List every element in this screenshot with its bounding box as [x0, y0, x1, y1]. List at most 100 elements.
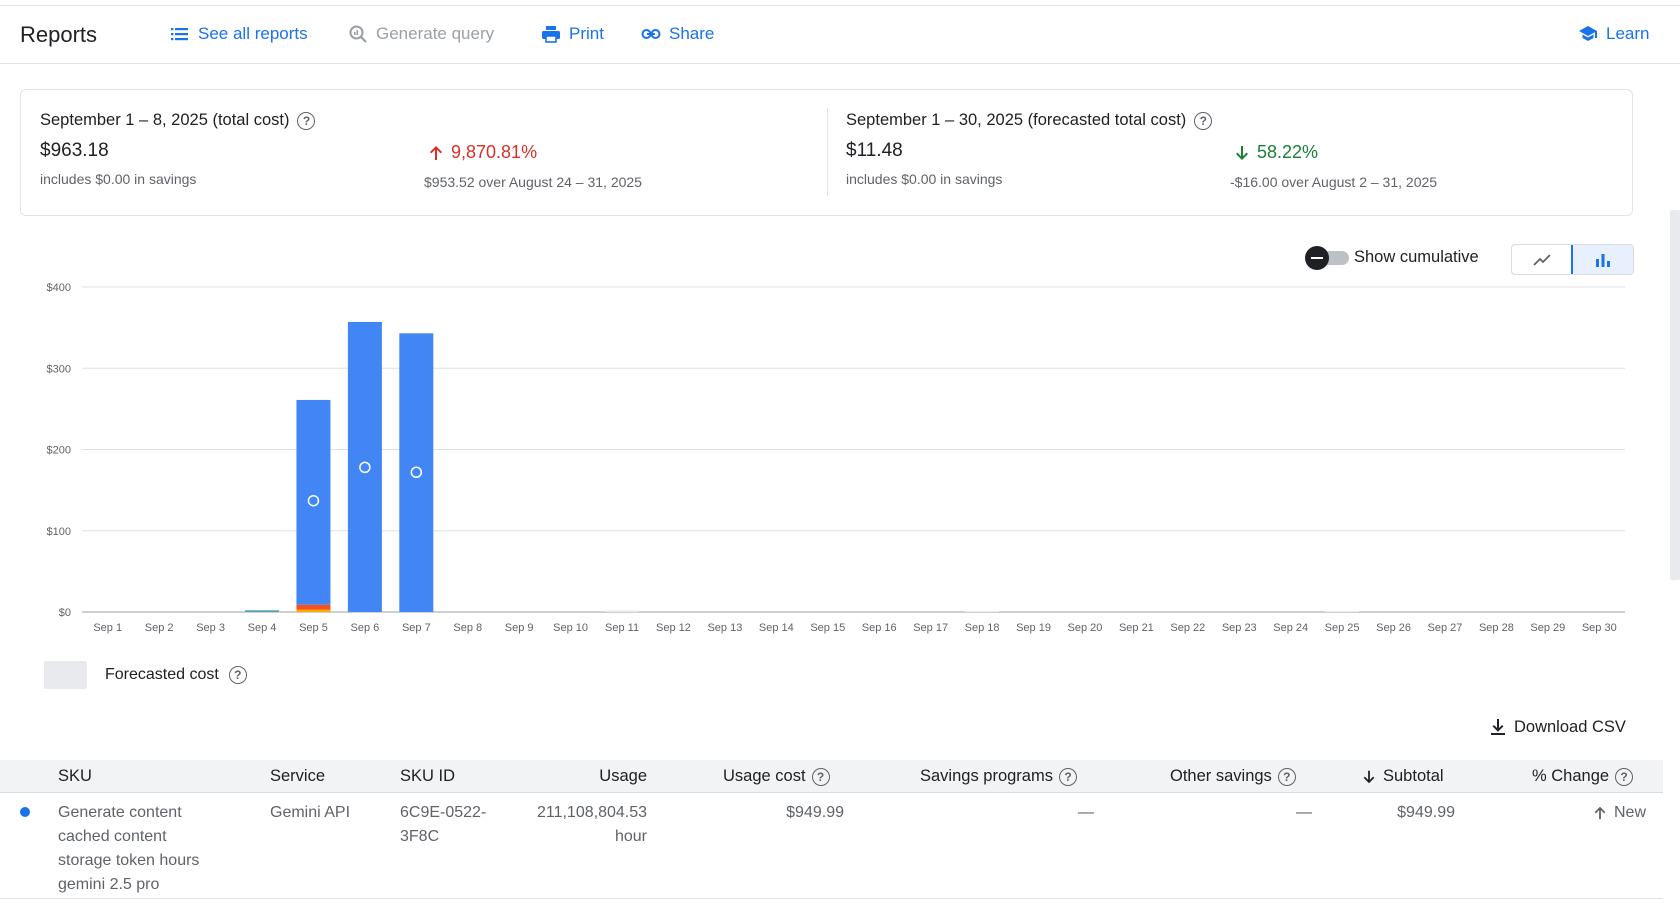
bar	[245, 610, 280, 612]
table-header: SKU Service SKU ID Usage Usage cost? Sav…	[0, 760, 1663, 793]
total-cost-change-pct: 9,870.81%	[451, 142, 538, 162]
x-tick-label: Sep 3	[196, 622, 225, 634]
x-tick-label: Sep 13	[707, 622, 742, 634]
col-change[interactable]: % Change?	[1532, 767, 1634, 786]
cell-change: New	[1530, 801, 1646, 825]
bar-chart-icon	[1596, 253, 1610, 267]
help-icon[interactable]: ?	[811, 767, 830, 786]
bar	[347, 321, 382, 612]
x-tick-label: Sep 28	[1479, 622, 1514, 634]
x-tick-label: Sep 23	[1222, 622, 1257, 634]
help-icon[interactable]: ?	[228, 666, 247, 684]
x-tick-label: Sep 17	[913, 622, 948, 634]
help-icon[interactable]: ?	[297, 111, 316, 130]
forecast-cost-label: September 1 – 30, 2025 (forecasted total…	[846, 111, 1187, 129]
col-subtotal[interactable]: Subtotal	[1361, 767, 1444, 786]
col-usage[interactable]: Usage	[540, 767, 647, 786]
forecast-cost-change-pct: 58.22%	[1257, 142, 1319, 162]
y-tick-label: $400	[47, 282, 71, 294]
forecast-bar	[965, 611, 1000, 612]
col-other-savings[interactable]: Other savings?	[1170, 767, 1296, 786]
forecast-cost-savings: includes $0.00 in savings	[846, 171, 1003, 187]
arrow-down-icon	[1236, 145, 1248, 160]
x-tick-label: Sep 25	[1325, 622, 1360, 634]
x-tick-label: Sep 12	[656, 622, 691, 634]
cell-subtotal: $949.99	[1397, 804, 1455, 821]
col-service[interactable]: Service	[270, 767, 325, 786]
help-icon[interactable]: ?	[1194, 111, 1213, 130]
x-tick-label: Sep 20	[1068, 622, 1103, 634]
download-csv-button[interactable]: Download CSV	[1488, 717, 1626, 737]
col-savings-programs[interactable]: Savings programs?	[920, 767, 1077, 786]
x-tick-label: Sep 15	[810, 622, 845, 634]
x-tick-label: Sep 1	[93, 622, 122, 634]
x-tick-label: Sep 22	[1170, 622, 1205, 634]
help-icon[interactable]: ?	[1615, 767, 1634, 786]
show-cumulative-label: Show cumulative	[1354, 248, 1479, 266]
show-cumulative-toggle[interactable]	[1305, 246, 1349, 270]
toggle-knob	[1305, 246, 1329, 270]
col-sku[interactable]: SKU	[58, 767, 92, 786]
y-tick-label: $200	[47, 445, 71, 457]
y-tick-label: $100	[47, 526, 71, 538]
list-icon	[171, 28, 188, 41]
query-search-icon	[349, 25, 367, 43]
total-cost-savings: includes $0.00 in savings	[40, 171, 197, 187]
summary-forecast-cost: September 1 – 30, 2025 (forecasted total…	[846, 111, 1213, 187]
generate-query-button[interactable]: Generate query	[348, 24, 494, 44]
col-usage-cost[interactable]: Usage cost?	[723, 767, 830, 786]
x-tick-label: Sep 30	[1582, 622, 1617, 634]
print-icon	[542, 26, 560, 43]
print-button[interactable]: Print	[541, 24, 604, 44]
y-tick-label: $300	[47, 363, 71, 375]
forecast-bar	[1325, 611, 1360, 612]
help-icon[interactable]: ?	[1277, 767, 1296, 786]
page-title: Reports	[20, 22, 98, 47]
school-icon	[1579, 26, 1597, 41]
summary-total-cost: September 1 – 8, 2025 (total cost) ? $96…	[40, 111, 316, 187]
arrow-up-icon	[1594, 806, 1606, 820]
x-tick-label: Sep 16	[862, 622, 897, 634]
help-icon[interactable]: ?	[1058, 767, 1077, 786]
cell-usage: 211,108,804.53 hour	[536, 804, 647, 845]
report-header: Reports See all reports Generate query P…	[0, 6, 1680, 64]
download-icon	[1491, 719, 1505, 735]
x-tick-label: Sep 8	[453, 622, 482, 634]
forecast-cost-change-note: -$16.00 over August 2 – 31, 2025	[1230, 174, 1438, 190]
bar	[296, 609, 331, 612]
x-tick-label: Sep 27	[1428, 622, 1463, 634]
share-button[interactable]: Share	[641, 24, 714, 44]
cell-service: Gemini API	[270, 804, 351, 821]
x-tick-label: Sep 5	[299, 622, 328, 634]
x-tick-label: Sep 4	[248, 622, 277, 634]
forecast-cost-amount: $11.48	[846, 140, 903, 161]
series-color-dot	[20, 807, 30, 817]
table-row[interactable]: Generate content cached content storage …	[0, 793, 1663, 899]
generate-query-label: Generate query	[376, 24, 495, 43]
x-tick-label: Sep 24	[1273, 622, 1308, 634]
bar	[399, 333, 434, 612]
legend-forecast-label: Forecasted cost	[105, 666, 219, 683]
arrow-up-icon	[430, 145, 442, 160]
col-sku-id[interactable]: SKU ID	[400, 767, 455, 786]
summary-divider	[827, 108, 828, 196]
learn-label: Learn	[1606, 24, 1650, 43]
cell-sku: Generate content cached content storage …	[58, 804, 200, 893]
x-tick-label: Sep 6	[351, 622, 380, 634]
see-all-reports-button[interactable]: See all reports	[170, 24, 308, 44]
cell-sku-id: 6C9E-0522- 3F8C	[400, 804, 487, 845]
x-tick-label: Sep 29	[1530, 622, 1565, 634]
total-cost-amount: $963.18	[40, 140, 109, 161]
x-tick-label: Sep 9	[505, 622, 534, 634]
link-icon	[641, 29, 661, 39]
scrollbar[interactable]	[1670, 210, 1680, 580]
x-tick-label: Sep 7	[402, 622, 431, 634]
x-tick-label: Sep 19	[1016, 622, 1051, 634]
cell-other-savings: —	[1296, 804, 1312, 821]
x-tick-label: Sep 21	[1119, 622, 1154, 634]
download-csv-label: Download CSV	[1514, 717, 1626, 736]
learn-button[interactable]: Learn	[1578, 24, 1649, 44]
total-cost-change: 9,870.81%	[427, 142, 537, 163]
bar	[296, 604, 331, 610]
forecast-cost-change: 58.22%	[1233, 142, 1318, 163]
